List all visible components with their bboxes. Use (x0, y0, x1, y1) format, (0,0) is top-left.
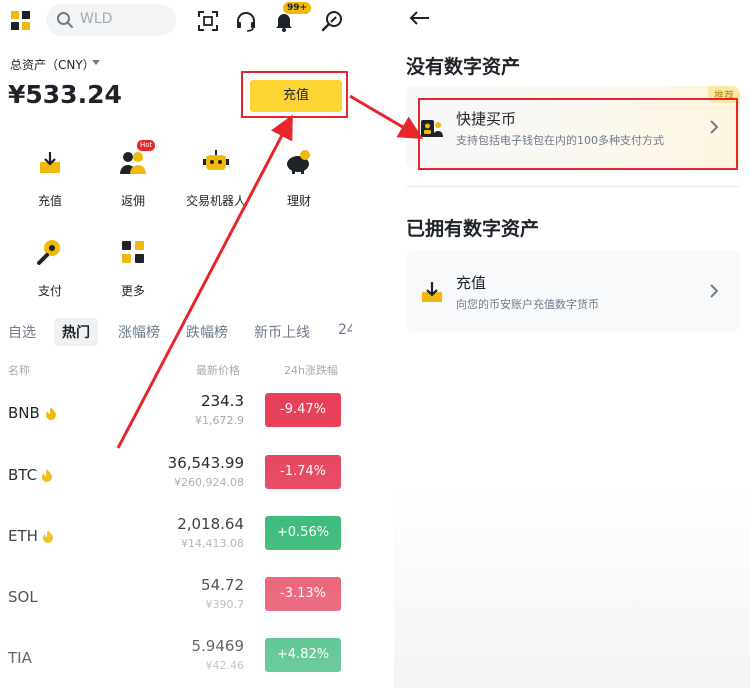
currency-dropdown-icon[interactable] (92, 60, 100, 65)
total-assets-value: ¥533.24 (8, 80, 122, 109)
flame-icon (46, 407, 56, 420)
deposit-title: 充值 (456, 274, 487, 292)
search-box[interactable]: WLD (46, 4, 176, 36)
table-row[interactable]: SOL 54.72 ¥390.7 -3.13% (0, 574, 352, 634)
coin-price: 36,543.99 (167, 454, 244, 472)
flame-icon (42, 469, 52, 482)
price-change-badge[interactable]: +0.56% (265, 516, 341, 550)
price-change-badge[interactable]: -1.74% (265, 455, 341, 489)
more-grid-icon (122, 241, 144, 263)
quick-action-deposit[interactable]: 充值 (10, 146, 90, 209)
coin-price-cny: ¥42.46 (205, 659, 245, 672)
deposit-highlight-box (241, 71, 348, 118)
coin-symbol: BTC (8, 466, 38, 484)
back-arrow-icon[interactable] (408, 10, 430, 26)
deposit-crypto-card[interactable]: 充值 向您的币安账户充值数字货币 (406, 250, 740, 332)
coin-price: 2,018.64 (177, 515, 244, 533)
quick-buy-highlight-box (418, 98, 738, 170)
tab-new-listings[interactable]: 新币上线 (254, 322, 310, 342)
coin-symbol: BNB (8, 404, 40, 422)
table-row[interactable]: BTC 36,543.99 ¥260,924.08 -1.74% (0, 452, 352, 512)
no-assets-title: 没有数字资产 (406, 56, 521, 78)
coin-price-cny: ¥14,413.08 (181, 537, 244, 550)
notification-count-badge: 99+ (283, 2, 312, 14)
quick-action-label: 交易机器人 (185, 194, 246, 208)
tab-hot[interactable]: 热门 (54, 318, 98, 346)
quick-action-pay[interactable]: 支付 (10, 236, 90, 299)
coin-price-cny: ¥1,672.9 (195, 414, 244, 427)
search-placeholder: WLD (80, 11, 113, 27)
quick-action-label: 支付 (37, 284, 62, 298)
quick-action-label: 理财 (286, 194, 311, 208)
headset-support-icon[interactable] (234, 9, 258, 33)
top-bar: WLD 99+ (0, 0, 352, 42)
table-row[interactable]: BNB 234.3 ¥1,672.9 -9.47% (0, 390, 352, 450)
tab-gainers[interactable]: 涨幅榜 (118, 322, 160, 342)
have-assets-title: 已拥有数字资产 (406, 218, 540, 240)
market-tabs: 自选 热门 涨幅榜 跌幅榜 新币上线 24 (0, 316, 352, 348)
search-icon (57, 12, 73, 28)
coin-symbol: SOL (8, 588, 38, 606)
coin-symbol: ETH (8, 527, 38, 545)
coin-price: 234.3 (201, 392, 244, 410)
price-change-badge[interactable]: +4.82% (265, 638, 341, 672)
pay-icon (37, 240, 60, 265)
quick-action-label: 更多 (120, 284, 145, 298)
deposit-subtitle: 向您的币安账户充值数字货币 (456, 298, 599, 311)
coin-price-cny: ¥260,924.08 (174, 476, 244, 489)
column-header-price: 最新价格 (196, 364, 240, 377)
quick-action-trading-bot[interactable]: 交易机器人 (176, 146, 256, 209)
price-change-badge[interactable]: -9.47% (265, 393, 341, 427)
scan-icon[interactable] (196, 9, 220, 33)
tab-favorites[interactable]: 自选 (8, 322, 36, 342)
table-row[interactable]: ETH 2,018.64 ¥14,413.08 +0.56% (0, 513, 352, 573)
deposit-tray-icon (422, 282, 442, 302)
column-header-name: 名称 (8, 364, 30, 377)
total-assets-label[interactable]: 总资产（CNY） (10, 56, 95, 73)
quick-action-referral[interactable]: Hot 返佣 (93, 140, 173, 209)
chevron-right-icon (710, 284, 718, 298)
app-menu-icon[interactable] (10, 10, 32, 32)
coin-price: 5.9469 (191, 637, 245, 655)
coin-symbol: TIA (8, 649, 32, 667)
hot-badge: Hot (137, 140, 156, 151)
deposit-tray-icon (40, 152, 60, 173)
section-divider (406, 186, 740, 187)
quick-action-label: 充值 (37, 194, 62, 208)
quick-action-more[interactable]: 更多 (93, 236, 173, 299)
price-change-badge[interactable]: -3.13% (265, 577, 341, 611)
column-header-change: 24h涨跌幅 (284, 364, 338, 377)
quick-action-label: 返佣 (120, 194, 145, 208)
quick-action-earn[interactable]: 理财 (259, 146, 339, 209)
piggy-bank-icon (287, 150, 310, 174)
table-row[interactable]: TIA 5.9469 ¥42.46 +4.82% (0, 635, 352, 688)
tab-24h[interactable]: 24 (338, 322, 352, 338)
coin-price-cny: ¥390.7 (205, 598, 245, 611)
robot-icon (203, 150, 229, 170)
coin-price: 54.72 (201, 576, 244, 594)
tab-losers[interactable]: 跌幅榜 (186, 322, 228, 342)
flame-icon (43, 530, 53, 543)
binance-home-screen: WLD 99+ 总资产（CNY） ¥533.24 充值 充值 Hot 返佣 交易… (0, 0, 352, 688)
edit-feedback-icon[interactable] (320, 9, 344, 33)
